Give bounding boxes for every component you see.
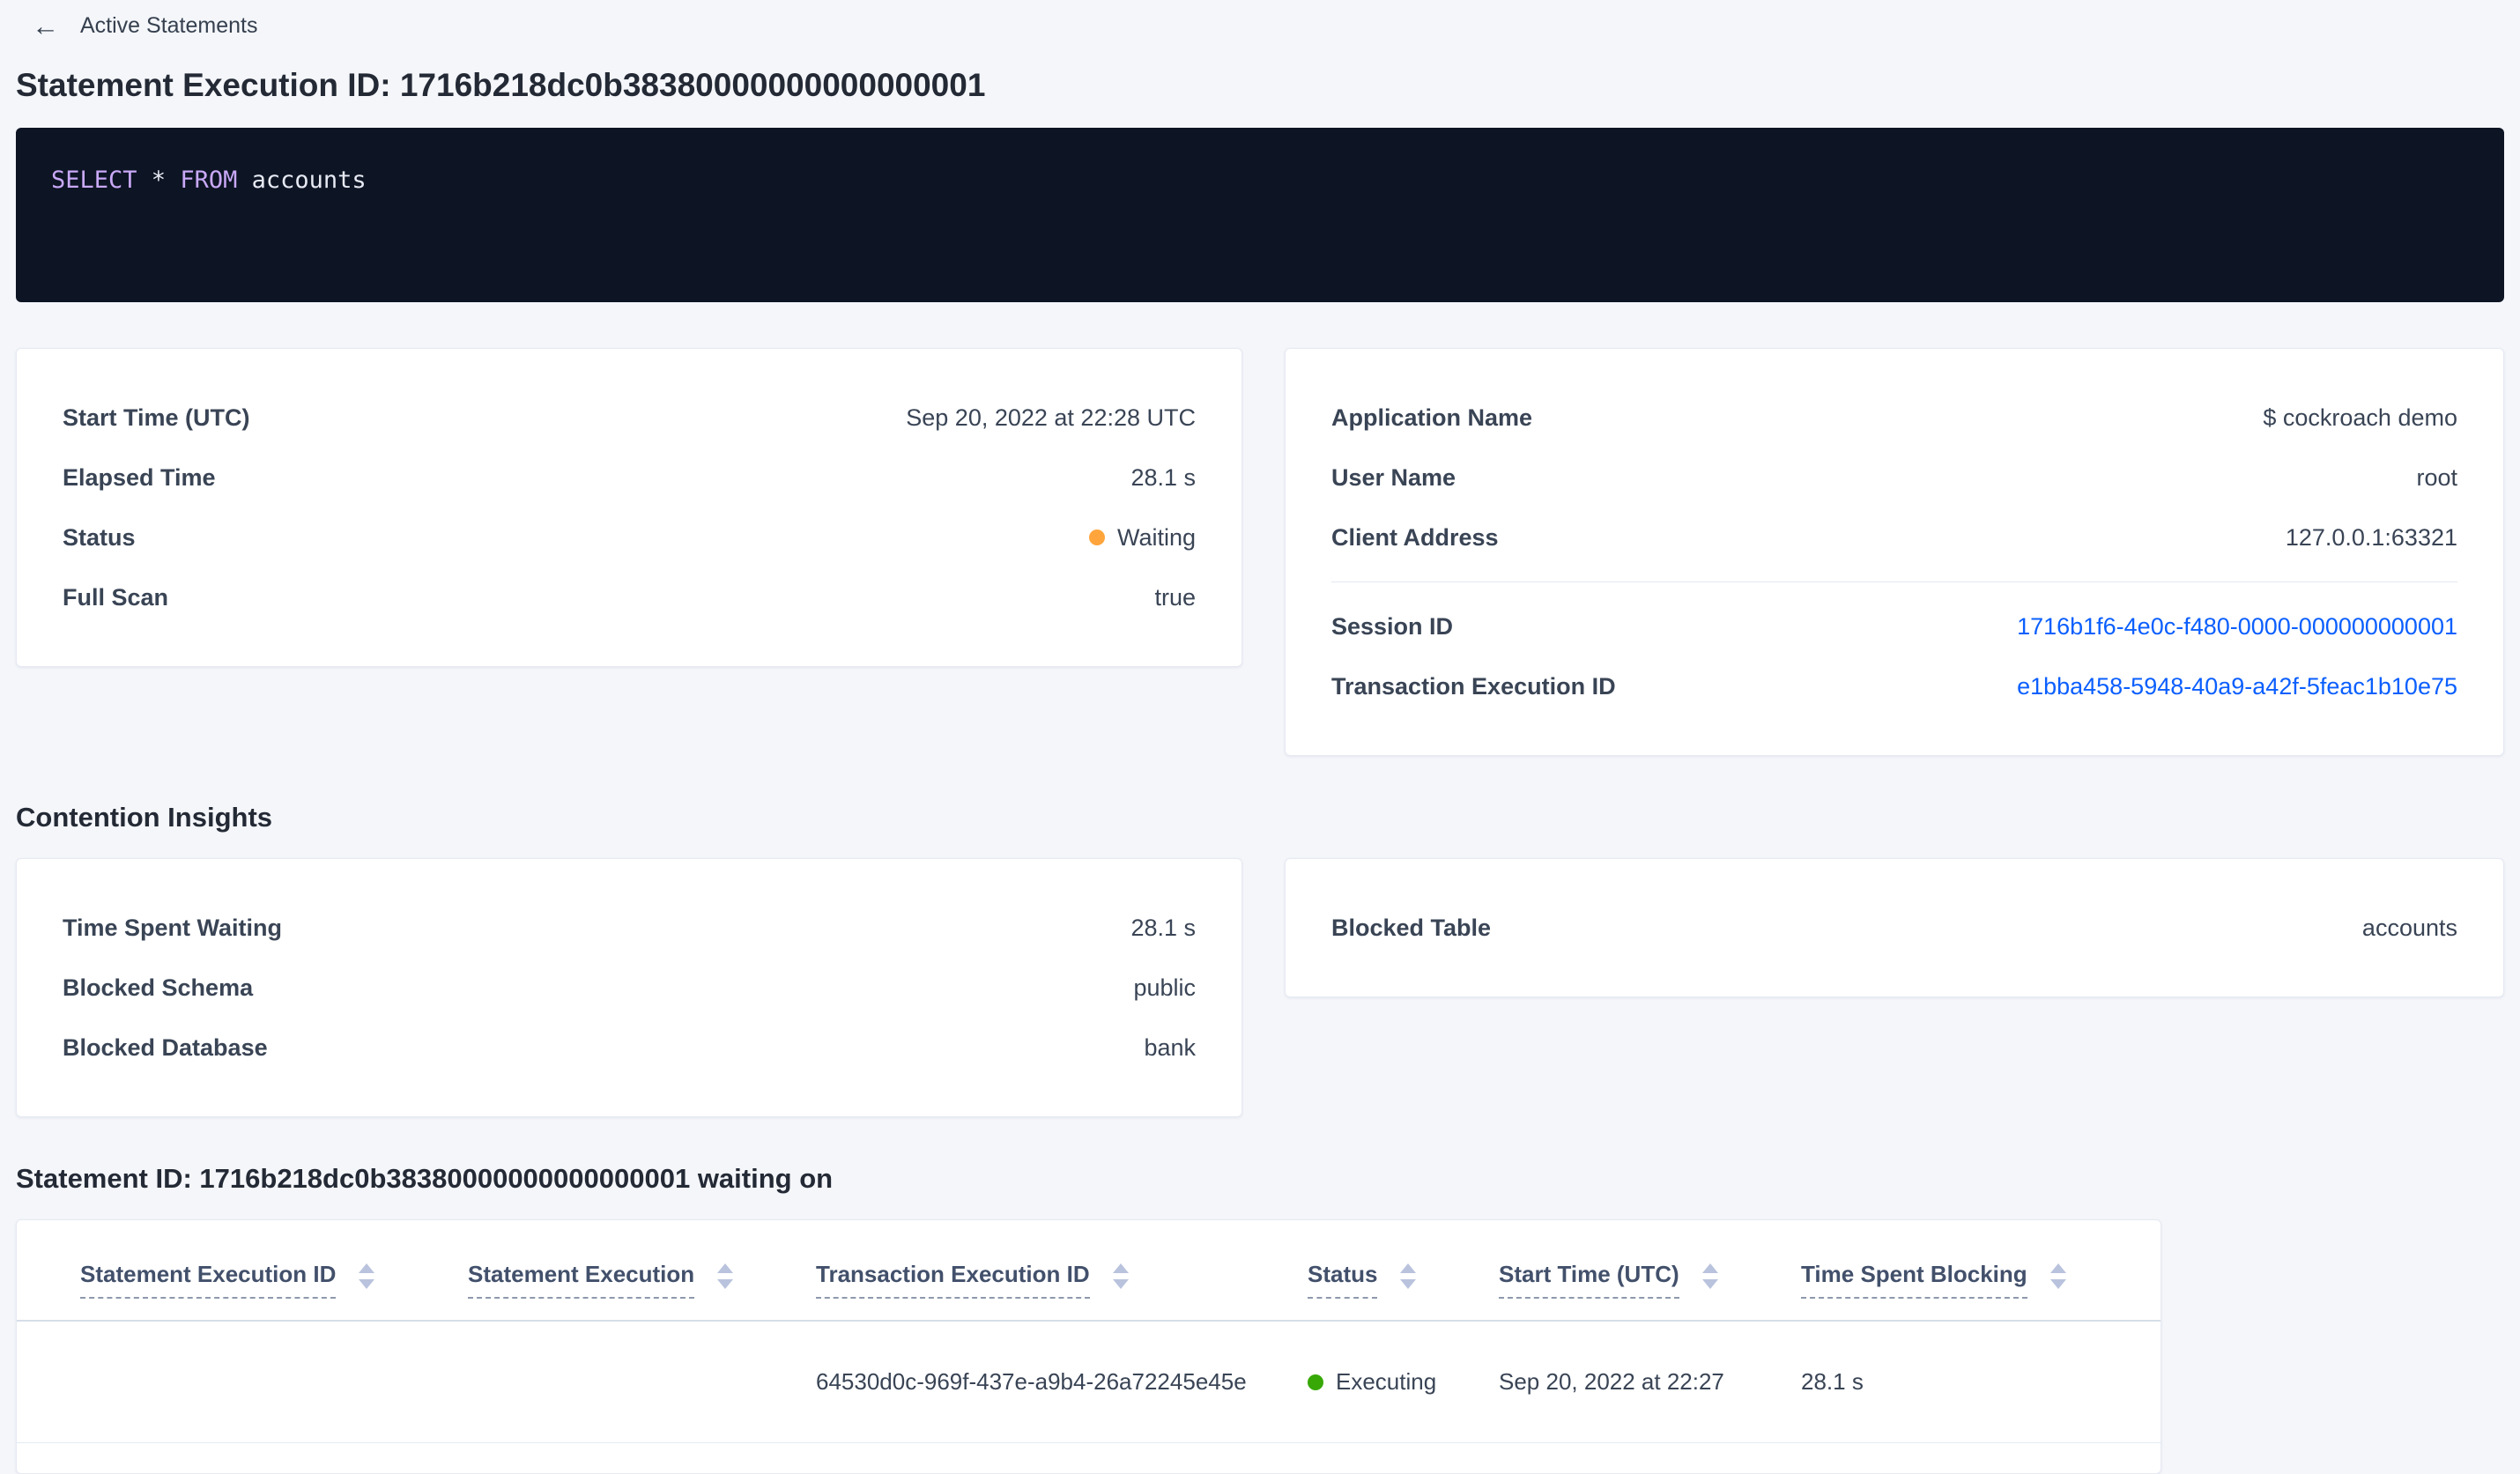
client-address-label: Client Address [1331, 523, 1499, 551]
transaction-execution-id-row: Transaction Execution ID e1bba458-5948-4… [1331, 656, 2457, 716]
transaction-execution-id-label: Transaction Execution ID [1331, 672, 1616, 700]
waiting-on-table: Statement Execution ID Statement Executi… [16, 1219, 2161, 1474]
session-id-label: Session ID [1331, 612, 1454, 640]
full-scan-label: Full Scan [63, 583, 169, 611]
session-card: Application Name $ cockroach demo User N… [1285, 348, 2504, 757]
time-spent-waiting-label: Time Spent Waiting [63, 914, 283, 941]
column-label-status: Status [1308, 1261, 1378, 1300]
page-title: Statement Execution ID: 1716b218dc0b3838… [16, 67, 986, 103]
blocked-table-row: Blocked Table accounts [1331, 898, 2457, 958]
blocked-table-value: accounts [2361, 914, 2457, 941]
back-link-label: Active Statements [80, 13, 258, 38]
blocked-database-label: Blocked Database [63, 1033, 268, 1061]
transaction-execution-id-link[interactable]: e1bba458-5948-40a9-a42f-5feac1b10e75 [2017, 673, 2457, 700]
sort-icon [1112, 1263, 1129, 1290]
cell-status-text: Executing [1336, 1368, 1437, 1396]
status-label: Status [63, 523, 136, 551]
full-scan-row: Full Scan true [63, 567, 1196, 627]
time-spent-waiting-row: Time Spent Waiting 28.1 s [63, 898, 1196, 958]
blocked-database-value: bank [1144, 1033, 1196, 1061]
waiting-on-heading: Statement ID: 1716b218dc0b38380000000000… [16, 1163, 834, 1195]
column-header-statement-execution-id[interactable]: Statement Execution ID [17, 1261, 468, 1300]
column-label-time-spent-blocking: Time Spent Blocking [1801, 1261, 2027, 1300]
sort-icon [359, 1263, 375, 1290]
status-value-text: Waiting [1116, 523, 1196, 551]
blocked-table-label: Blocked Table [1331, 914, 1492, 941]
cell-transaction-execution-id: 64530d0c-969f-437e-a9b4-26a72245e45e [816, 1368, 1247, 1396]
elapsed-time-label: Elapsed Time [63, 463, 216, 491]
column-label-statement-execution-id: Statement Execution ID [80, 1261, 337, 1300]
cell-start-time: Sep 20, 2022 at 22:27 [1499, 1368, 1724, 1396]
column-label-start-time: Start Time (UTC) [1499, 1261, 1679, 1300]
sql-keyword-select: SELECT [51, 167, 152, 195]
column-label-transaction-execution-id: Transaction Execution ID [816, 1261, 1090, 1300]
client-address-row: Client Address 127.0.0.1:63321 [1331, 507, 2457, 567]
details-cards-row: Start Time (UTC) Sep 20, 2022 at 22:28 U… [16, 348, 2504, 757]
session-card-divider [1331, 581, 2457, 583]
column-header-time-spent-blocking[interactable]: Time Spent Blocking [1801, 1261, 2161, 1300]
application-name-row: Application Name $ cockroach demo [1331, 388, 2457, 448]
sort-icon [2049, 1263, 2066, 1290]
status-cell: Executing [1308, 1368, 1499, 1396]
status-row: Status Waiting [63, 507, 1196, 567]
contention-left-card: Time Spent Waiting 28.1 s Blocked Schema… [16, 858, 1242, 1118]
column-header-transaction-execution-id[interactable]: Transaction Execution ID [816, 1261, 1308, 1300]
cell-status: Executing [1308, 1368, 1499, 1396]
start-time-row: Start Time (UTC) Sep 20, 2022 at 22:28 U… [63, 388, 1196, 448]
full-scan-value: true [1154, 583, 1196, 611]
session-id-link[interactable]: 1716b1f6-4e0c-f480-0000-000000000001 [2017, 613, 2457, 641]
sql-statement-box: SELECT * FROM accounts [16, 128, 2504, 303]
user-name-label: User Name [1331, 463, 1456, 491]
blocked-schema-label: Blocked Schema [63, 974, 254, 1001]
column-header-start-time[interactable]: Start Time (UTC) [1499, 1261, 1801, 1300]
elapsed-time-row: Elapsed Time 28.1 s [63, 448, 1196, 507]
client-address-value: 127.0.0.1:63321 [2285, 523, 2457, 551]
back-to-active-statements-link[interactable]: ← Active Statements [16, 12, 257, 40]
sql-star: * [151, 167, 181, 195]
status-value: Waiting [1088, 523, 1196, 552]
contention-insights-heading: Contention Insights [16, 802, 273, 833]
overview-card: Start Time (UTC) Sep 20, 2022 at 22:28 U… [16, 348, 1242, 668]
table-row: 64530d0c-969f-437e-a9b4-26a72245e45e Exe… [17, 1322, 2161, 1444]
session-id-row: Session ID 1716b1f6-4e0c-f480-0000-00000… [1331, 596, 2457, 656]
waiting-status-dot-icon [1088, 530, 1105, 546]
sql-statement-text: SELECT * FROM accounts [51, 165, 2469, 196]
application-name-label: Application Name [1331, 404, 1533, 431]
blocked-schema-row: Blocked Schema public [63, 958, 1196, 1018]
column-header-status[interactable]: Status [1308, 1261, 1499, 1300]
blocked-database-row: Blocked Database bank [63, 1018, 1196, 1078]
sort-icon [1400, 1263, 1417, 1290]
start-time-label: Start Time (UTC) [63, 404, 250, 431]
blocked-schema-value: public [1133, 974, 1196, 1001]
contention-right-card: Blocked Table accounts [1285, 858, 2504, 998]
elapsed-time-value: 28.1 s [1130, 463, 1196, 491]
statement-execution-page: ← Active Statements Statement Execution … [0, 0, 2520, 1474]
sort-icon [1701, 1263, 1718, 1290]
executing-status-dot-icon [1308, 1374, 1323, 1390]
time-spent-waiting-value: 28.1 s [1130, 914, 1196, 941]
user-name-value: root [2416, 463, 2457, 491]
column-label-statement-execution: Statement Execution [468, 1261, 695, 1300]
user-name-row: User Name root [1331, 448, 2457, 507]
back-arrow-icon: ← [32, 11, 59, 41]
sql-table-name: accounts [251, 167, 367, 195]
cell-time-spent-blocking: 28.1 s [1801, 1368, 1864, 1396]
start-time-value: Sep 20, 2022 at 22:28 UTC [906, 404, 1196, 431]
column-header-statement-execution[interactable]: Statement Execution [468, 1261, 816, 1300]
contention-cards-row: Time Spent Waiting 28.1 s Blocked Schema… [16, 858, 2504, 1118]
waiting-table-header: Statement Execution ID Statement Executi… [17, 1220, 2161, 1322]
application-name-value: $ cockroach demo [2263, 404, 2457, 431]
sql-keyword-from: FROM [180, 167, 252, 195]
sort-icon [717, 1263, 734, 1290]
